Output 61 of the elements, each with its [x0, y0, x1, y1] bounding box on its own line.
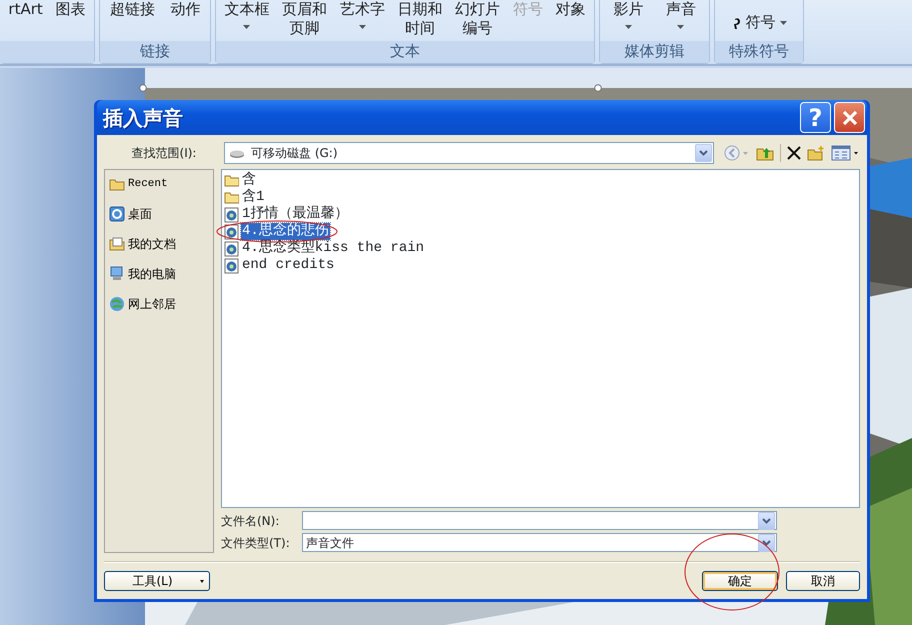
place-item[interactable]: 我的文档 [109, 234, 209, 252]
place-item[interactable]: 我的电脑 [109, 264, 209, 282]
file-item[interactable]: end credits [241, 257, 336, 274]
new-folder-button[interactable] [807, 145, 825, 161]
close-icon [840, 108, 858, 126]
back-button[interactable] [724, 145, 750, 161]
file-item[interactable]: 1抒情（最温馨） [241, 206, 350, 223]
cancel-button[interactable]: 取消 [786, 571, 860, 591]
audio-file-icon [224, 240, 239, 256]
file-item[interactable]: 含1 [241, 189, 266, 206]
file-item[interactable]: 含 [241, 172, 257, 189]
chevron-down-icon [762, 518, 771, 524]
resize-handle-icon [594, 84, 602, 92]
ribbon-button[interactable]: 页眉和 页脚 [282, 0, 328, 41]
ribbon-button[interactable]: 超链接 [110, 0, 155, 41]
chevron-down-icon [699, 150, 708, 156]
field-label: 文件类型(T): [221, 534, 291, 552]
views-button[interactable] [831, 145, 859, 161]
ribbon-button[interactable]: 动作 [170, 0, 200, 41]
field-label: 查找范围(I): [130, 145, 198, 162]
ribbon-button[interactable]: 图表 [56, 0, 86, 41]
ribbon-button[interactable]: 对象 [556, 0, 586, 41]
group-label: 媒体剪辑 [600, 41, 709, 63]
place-item[interactable]: 桌面 [109, 204, 209, 222]
tools-button[interactable]: 工具(L) [104, 571, 210, 591]
place-item[interactable]: Recent [109, 176, 209, 192]
group-label: 特殊符号 [715, 41, 803, 63]
ribbon-button[interactable]: 日期和 时间 [397, 0, 442, 41]
globe-icon [109, 296, 125, 312]
ribbon-button[interactable]: 符号 [732, 4, 786, 41]
group-label: 文本 [216, 41, 594, 63]
audio-file-icon [224, 206, 239, 222]
ribbon-button[interactable]: rtArt [8, 0, 43, 41]
desktop-icon [109, 206, 125, 222]
audio-file-icon [224, 224, 239, 240]
ribbon-button[interactable]: 影片 [613, 0, 644, 41]
ribbon-button[interactable]: 文本框 [224, 0, 270, 41]
ribbon-button[interactable]: 幻灯片 编号 [455, 0, 500, 41]
field-label: 文件名(N): [221, 512, 280, 530]
drive-icon [229, 148, 245, 158]
file-type-dropdown[interactable]: 声音文件 [302, 533, 777, 552]
ribbon-button[interactable]: 声音 [666, 0, 696, 41]
audio-file-icon [224, 258, 239, 274]
place-item[interactable]: 网上邻居 [109, 294, 209, 312]
file-name-field[interactable] [302, 511, 777, 530]
resize-handle-icon [139, 84, 147, 92]
ok-button[interactable]: 确定 [702, 571, 778, 591]
window-title: 插入声音 [103, 104, 184, 132]
folder-icon [224, 172, 239, 188]
caret-icon [200, 580, 204, 582]
computer-icon [109, 266, 125, 282]
folder-icon [224, 190, 239, 206]
folder-icon [109, 236, 125, 252]
close-button[interactable] [834, 102, 865, 133]
symbol-icon [732, 16, 742, 30]
ribbon-button[interactable]: 艺术字 [340, 0, 385, 41]
group-label: 链接 [100, 41, 210, 63]
look-in-dropdown[interactable]: 可移动磁盘 (G:) [224, 142, 714, 164]
chevron-down-icon [762, 540, 771, 546]
delete-button[interactable] [787, 146, 801, 160]
help-button[interactable]: ? [800, 102, 831, 133]
